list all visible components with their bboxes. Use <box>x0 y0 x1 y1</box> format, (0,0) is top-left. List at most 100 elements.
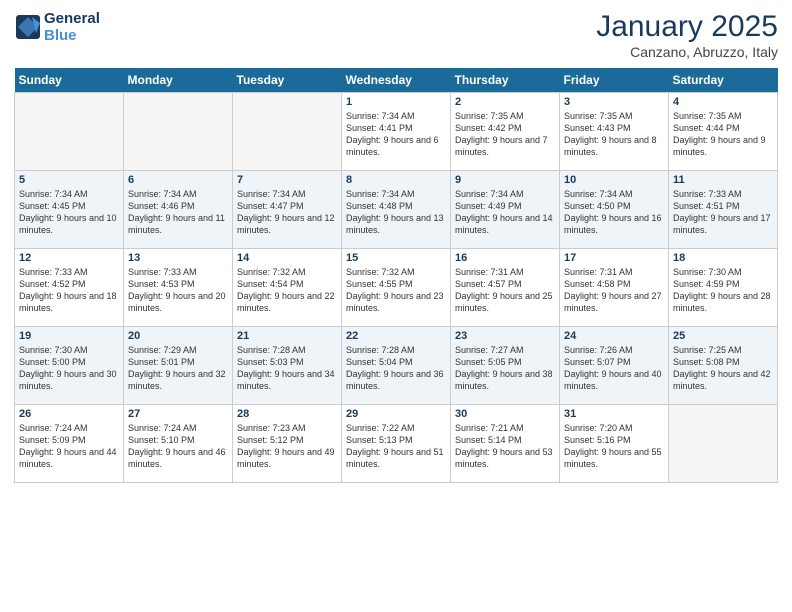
calendar-cell: 2 Sunrise: 7:35 AMSunset: 4:42 PMDaylight… <box>451 93 560 171</box>
day-content: Sunrise: 7:34 AMSunset: 4:46 PMDaylight:… <box>128 188 228 237</box>
day-number: 19 <box>19 330 119 342</box>
day-content: Sunrise: 7:25 AMSunset: 5:08 PMDaylight:… <box>673 344 773 393</box>
day-content: Sunrise: 7:35 AMSunset: 4:42 PMDaylight:… <box>455 110 555 159</box>
calendar-cell: 28 Sunrise: 7:23 AMSunset: 5:12 PMDayligh… <box>233 405 342 483</box>
title-block: January 2025 Canzano, Abruzzo, Italy <box>596 10 778 60</box>
day-number: 31 <box>564 408 664 420</box>
weekday-header-row: SundayMondayTuesdayWednesdayThursdayFrid… <box>15 68 778 93</box>
weekday-header-friday: Friday <box>560 68 669 93</box>
day-number: 20 <box>128 330 228 342</box>
day-number: 17 <box>564 252 664 264</box>
calendar-cell: 18 Sunrise: 7:30 AMSunset: 4:59 PMDayligh… <box>669 249 778 327</box>
day-content: Sunrise: 7:34 AMSunset: 4:47 PMDaylight:… <box>237 188 337 237</box>
day-content: Sunrise: 7:26 AMSunset: 5:07 PMDaylight:… <box>564 344 664 393</box>
month-title: January 2025 <box>596 10 778 44</box>
day-number: 29 <box>346 408 446 420</box>
calendar-cell: 11 Sunrise: 7:33 AMSunset: 4:51 PMDayligh… <box>669 171 778 249</box>
day-content: Sunrise: 7:24 AMSunset: 5:09 PMDaylight:… <box>19 422 119 471</box>
calendar-cell <box>233 93 342 171</box>
day-number: 11 <box>673 174 773 186</box>
page-container: General Blue January 2025 Canzano, Abruz… <box>0 0 792 493</box>
calendar-cell: 22Sunrise: 7:28 AMSunset: 5:04 PMDayligh… <box>342 327 451 405</box>
day-number: 28 <box>237 408 337 420</box>
calendar-cell: 5 Sunrise: 7:34 AMSunset: 4:45 PMDaylight… <box>15 171 124 249</box>
day-number: 10 <box>564 174 664 186</box>
day-content: Sunrise: 7:31 AMSunset: 4:57 PMDaylight:… <box>455 266 555 315</box>
week-row-3: 12 Sunrise: 7:33 AMSunset: 4:52 PMDayligh… <box>15 249 778 327</box>
weekday-header-wednesday: Wednesday <box>342 68 451 93</box>
day-number: 18 <box>673 252 773 264</box>
day-number: 15 <box>346 252 446 264</box>
calendar-cell: 29Sunrise: 7:22 AMSunset: 5:13 PMDayligh… <box>342 405 451 483</box>
day-number: 21 <box>237 330 337 342</box>
day-content: Sunrise: 7:23 AMSunset: 5:12 PMDaylight:… <box>237 422 337 471</box>
calendar-cell: 10 Sunrise: 7:34 AMSunset: 4:50 PMDayligh… <box>560 171 669 249</box>
day-number: 4 <box>673 96 773 108</box>
day-number: 25 <box>673 330 773 342</box>
calendar-cell: 3 Sunrise: 7:35 AMSunset: 4:43 PMDaylight… <box>560 93 669 171</box>
calendar-cell <box>669 405 778 483</box>
weekday-header-sunday: Sunday <box>15 68 124 93</box>
calendar-cell: 27Sunrise: 7:24 AMSunset: 5:10 PMDayligh… <box>124 405 233 483</box>
day-content: Sunrise: 7:21 AMSunset: 5:14 PMDaylight:… <box>455 422 555 471</box>
day-number: 24 <box>564 330 664 342</box>
calendar-cell: 13 Sunrise: 7:33 AMSunset: 4:53 PMDayligh… <box>124 249 233 327</box>
calendar-cell: 23 Sunrise: 7:27 AMSunset: 5:05 PMDayligh… <box>451 327 560 405</box>
calendar-cell: 9 Sunrise: 7:34 AMSunset: 4:49 PMDaylight… <box>451 171 560 249</box>
day-number: 1 <box>346 96 446 108</box>
calendar-cell: 26 Sunrise: 7:24 AMSunset: 5:09 PMDayligh… <box>15 405 124 483</box>
calendar-cell <box>15 93 124 171</box>
day-content: Sunrise: 7:34 AMSunset: 4:45 PMDaylight:… <box>19 188 119 237</box>
day-content: Sunrise: 7:30 AMSunset: 4:59 PMDaylight:… <box>673 266 773 315</box>
logo-icon <box>14 13 42 41</box>
calendar-cell: 1Sunrise: 7:34 AMSunset: 4:41 PMDaylight… <box>342 93 451 171</box>
day-content: Sunrise: 7:30 AMSunset: 5:00 PMDaylight:… <box>19 344 119 393</box>
day-content: Sunrise: 7:32 AMSunset: 4:54 PMDaylight:… <box>237 266 337 315</box>
calendar-cell: 7 Sunrise: 7:34 AMSunset: 4:47 PMDaylight… <box>233 171 342 249</box>
day-content: Sunrise: 7:24 AMSunset: 5:10 PMDaylight:… <box>128 422 228 471</box>
week-row-5: 26 Sunrise: 7:24 AMSunset: 5:09 PMDayligh… <box>15 405 778 483</box>
calendar-cell: 20 Sunrise: 7:29 AMSunset: 5:01 PMDayligh… <box>124 327 233 405</box>
day-number: 26 <box>19 408 119 420</box>
day-content: Sunrise: 7:33 AMSunset: 4:52 PMDaylight:… <box>19 266 119 315</box>
day-content: Sunrise: 7:33 AMSunset: 4:51 PMDaylight:… <box>673 188 773 237</box>
day-number: 7 <box>237 174 337 186</box>
day-number: 22 <box>346 330 446 342</box>
weekday-header-thursday: Thursday <box>451 68 560 93</box>
calendar-cell: 30 Sunrise: 7:21 AMSunset: 5:14 PMDayligh… <box>451 405 560 483</box>
day-content: Sunrise: 7:20 AMSunset: 5:16 PMDaylight:… <box>564 422 664 471</box>
day-number: 2 <box>455 96 555 108</box>
calendar-cell: 16 Sunrise: 7:31 AMSunset: 4:57 PMDayligh… <box>451 249 560 327</box>
logo: General Blue <box>14 10 100 44</box>
calendar-cell: 25 Sunrise: 7:25 AMSunset: 5:08 PMDayligh… <box>669 327 778 405</box>
calendar-cell: 12 Sunrise: 7:33 AMSunset: 4:52 PMDayligh… <box>15 249 124 327</box>
day-content: Sunrise: 7:31 AMSunset: 4:58 PMDaylight:… <box>564 266 664 315</box>
calendar-cell: 31 Sunrise: 7:20 AMSunset: 5:16 PMDayligh… <box>560 405 669 483</box>
day-number: 30 <box>455 408 555 420</box>
day-content: Sunrise: 7:34 AMSunset: 4:50 PMDaylight:… <box>564 188 664 237</box>
calendar-cell: 8Sunrise: 7:34 AMSunset: 4:48 PMDaylight… <box>342 171 451 249</box>
day-content: Sunrise: 7:34 AMSunset: 4:49 PMDaylight:… <box>455 188 555 237</box>
weekday-header-monday: Monday <box>124 68 233 93</box>
calendar-cell: 21 Sunrise: 7:28 AMSunset: 5:03 PMDayligh… <box>233 327 342 405</box>
day-content: Sunrise: 7:32 AMSunset: 4:55 PMDaylight:… <box>346 266 446 315</box>
day-content: Sunrise: 7:35 AMSunset: 4:44 PMDaylight:… <box>673 110 773 159</box>
week-row-4: 19 Sunrise: 7:30 AMSunset: 5:00 PMDayligh… <box>15 327 778 405</box>
day-content: Sunrise: 7:28 AMSunset: 5:03 PMDaylight:… <box>237 344 337 393</box>
day-number: 3 <box>564 96 664 108</box>
week-row-1: 1Sunrise: 7:34 AMSunset: 4:41 PMDaylight… <box>15 93 778 171</box>
calendar-table: SundayMondayTuesdayWednesdayThursdayFrid… <box>14 68 778 483</box>
day-content: Sunrise: 7:35 AMSunset: 4:43 PMDaylight:… <box>564 110 664 159</box>
day-number: 9 <box>455 174 555 186</box>
calendar-cell: 24 Sunrise: 7:26 AMSunset: 5:07 PMDayligh… <box>560 327 669 405</box>
day-number: 12 <box>19 252 119 264</box>
day-number: 13 <box>128 252 228 264</box>
day-content: Sunrise: 7:34 AMSunset: 4:48 PMDaylight:… <box>346 188 446 237</box>
day-content: Sunrise: 7:33 AMSunset: 4:53 PMDaylight:… <box>128 266 228 315</box>
day-content: Sunrise: 7:27 AMSunset: 5:05 PMDaylight:… <box>455 344 555 393</box>
day-number: 5 <box>19 174 119 186</box>
day-content: Sunrise: 7:29 AMSunset: 5:01 PMDaylight:… <box>128 344 228 393</box>
calendar-cell: 6Sunrise: 7:34 AMSunset: 4:46 PMDaylight… <box>124 171 233 249</box>
day-number: 16 <box>455 252 555 264</box>
day-number: 23 <box>455 330 555 342</box>
